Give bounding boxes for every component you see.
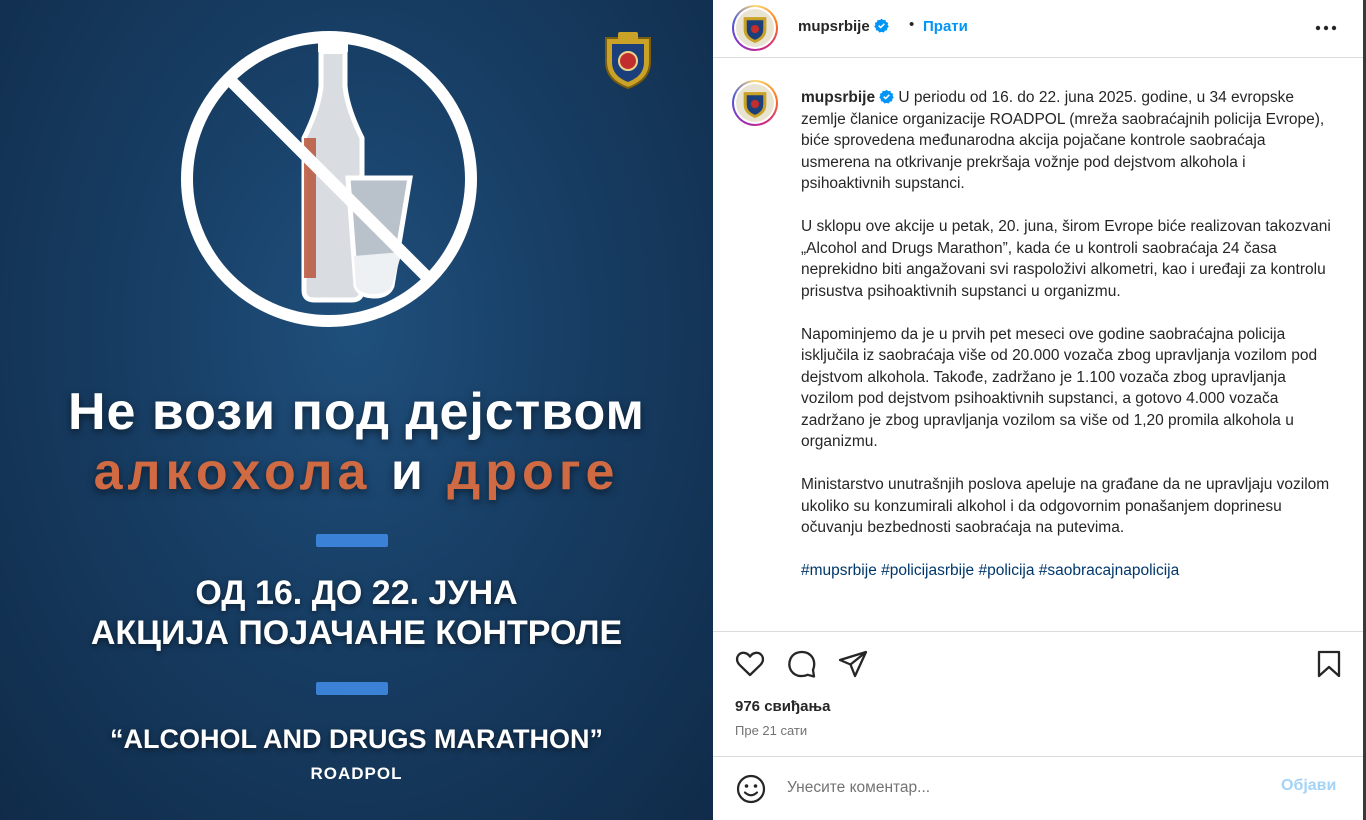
headline-word-drugs: дроге <box>447 443 620 501</box>
heart-icon[interactable] <box>734 648 766 680</box>
headline-conjunction: и <box>390 443 428 501</box>
caption-paragraph-2: U sklopu ove akcije u petak, 20. juna, š… <box>801 218 1331 300</box>
post-comment-button[interactable]: Објави <box>1281 777 1336 795</box>
post-header: mupsrbije • Прати <box>713 0 1363 58</box>
post-image[interactable]: Не вози под дејством алкохола и дроге ОД… <box>0 0 713 820</box>
headline-line-2: алкохола и дроге <box>0 442 713 502</box>
verified-badge-icon <box>879 89 894 104</box>
police-emblem-icon <box>605 32 651 90</box>
bookmark-icon[interactable] <box>1313 648 1345 680</box>
post-timestamp[interactable]: Пре 21 сати <box>735 723 807 738</box>
headline-word-alcohol: алкохола <box>93 443 372 501</box>
separator-dot: • <box>909 16 915 33</box>
verified-badge-icon <box>873 18 889 33</box>
share-icon[interactable] <box>837 648 869 680</box>
post-sidebar: mupsrbije • Прати mupsrbije U periodu od… <box>713 0 1363 820</box>
username-text[interactable]: mupsrbije <box>798 18 870 35</box>
police-emblem-icon <box>743 17 767 43</box>
divider-bar-top <box>316 534 388 547</box>
caption-text: mupsrbije U periodu od 16. do 22. juna 2… <box>801 87 1331 603</box>
more-options-icon[interactable] <box>1313 16 1339 40</box>
caption-paragraph-1: mupsrbije U periodu od 16. do 22. juna 2… <box>801 87 1331 195</box>
comment-input[interactable] <box>787 775 1237 801</box>
emoji-icon[interactable] <box>735 773 767 805</box>
caption-scroll-area[interactable]: mupsrbije U periodu od 16. do 22. juna 2… <box>713 59 1363 631</box>
caption-username[interactable]: mupsrbije <box>801 89 875 106</box>
caption-paragraph-1-text: U periodu od 16. do 22. juna 2025. godin… <box>801 89 1325 192</box>
header-username[interactable]: mupsrbije <box>798 18 889 35</box>
action-title-text: АКЦИЈА ПОЈАЧАНЕ КОНТРОЛЕ <box>90 614 623 652</box>
caption-paragraph-3: Napominjemo da je u prvih pet meseci ove… <box>801 325 1318 451</box>
marathon-title-text: “ALCOHOL AND DRUGS MARATHON” <box>110 724 603 754</box>
caption-paragraph-4: Ministarstvo unutrašnjih poslova apeluje… <box>801 476 1330 536</box>
likes-count[interactable]: 976 свиђања <box>735 698 830 715</box>
post-actions: 976 свиђања Пре 21 сати <box>713 631 1363 761</box>
organization-text: ROADPOL <box>310 764 403 783</box>
caption-avatar[interactable] <box>732 80 778 126</box>
date-range-text: ОД 16. ДО 22. ЈУНА <box>195 574 518 612</box>
headline-line-1: Не вози под дејством <box>67 383 646 441</box>
comment-bar: Објави <box>713 756 1363 820</box>
divider-bar-bottom <box>316 682 388 695</box>
caption-hashtags[interactable]: #mupsrbije #policijasrbije #policija #sa… <box>801 560 1331 582</box>
police-emblem-icon <box>743 92 767 118</box>
avatar[interactable] <box>732 5 778 51</box>
no-alcohol-symbol-icon <box>181 31 477 327</box>
follow-button[interactable]: Прати <box>923 18 968 35</box>
comment-icon[interactable] <box>786 648 818 680</box>
